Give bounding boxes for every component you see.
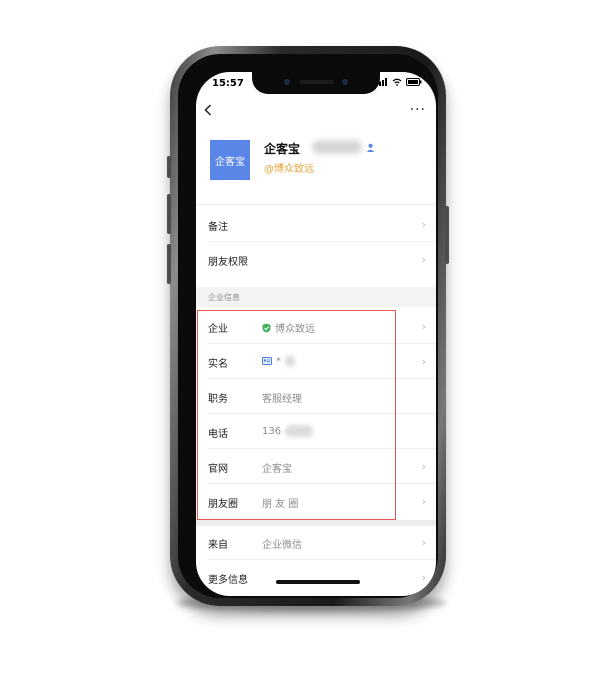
- contact-name: 企客宝: [264, 142, 301, 156]
- row-label: 来自: [208, 540, 228, 551]
- row-remark[interactable]: 备注 ›: [196, 208, 436, 242]
- chevron-right-icon: ›: [421, 536, 426, 549]
- section-header: 企业信息: [196, 287, 436, 307]
- mute-switch: [167, 156, 171, 178]
- wifi-icon: [392, 78, 402, 86]
- status-icons: [376, 78, 422, 86]
- profile-header: 企客宝 企客宝 @博众致远: [196, 130, 436, 200]
- notch: [252, 72, 380, 94]
- chevron-right-icon: ›: [421, 253, 426, 266]
- chevron-left-icon: [204, 104, 212, 116]
- contact-company: @博众致远: [264, 164, 314, 175]
- row-more-info[interactable]: 更多信息 ›: [196, 561, 436, 595]
- sensor: [342, 79, 348, 85]
- row-label: 更多信息: [208, 575, 248, 586]
- row-label: 朋友权限: [208, 257, 248, 268]
- chevron-right-icon: ›: [421, 320, 426, 333]
- user-icon: [366, 143, 375, 152]
- back-button[interactable]: [204, 104, 212, 119]
- section-title: 企业信息: [208, 293, 240, 302]
- status-time: 15:57: [212, 78, 244, 89]
- power-button: [445, 206, 449, 264]
- chevron-right-icon: ›: [421, 355, 426, 368]
- more-button[interactable]: ···: [410, 102, 426, 118]
- earpiece: [300, 80, 334, 84]
- row-divider: [208, 241, 436, 242]
- volume-down-button: [167, 244, 171, 284]
- chevron-right-icon: ›: [421, 460, 426, 473]
- phone-bezel: 15:57 ··· 企客宝 企客宝 @博众致远 备注 › 朋友权限 › 企业信息…: [178, 54, 438, 598]
- row-source[interactable]: 来自 企业微信 ›: [196, 526, 436, 560]
- chevron-right-icon: ›: [421, 571, 426, 584]
- front-camera: [284, 79, 290, 85]
- row-friend-permissions[interactable]: 朋友权限 ›: [196, 243, 436, 277]
- highlight-box: [197, 310, 396, 520]
- divider: [196, 204, 436, 205]
- volume-up-button: [167, 194, 171, 234]
- signal-icon: [376, 78, 387, 86]
- phone-screen: 15:57 ··· 企客宝 企客宝 @博众致远 备注 › 朋友权限 › 企业信息…: [196, 72, 436, 596]
- chevron-right-icon: ›: [421, 218, 426, 231]
- avatar[interactable]: 企客宝: [210, 140, 250, 180]
- redacted-name: [312, 140, 362, 154]
- chevron-right-icon: ›: [421, 495, 426, 508]
- battery-icon: [406, 78, 422, 86]
- phone-frame: 15:57 ··· 企客宝 企客宝 @博众致远 备注 › 朋友权限 › 企业信息…: [167, 46, 449, 606]
- row-label: 备注: [208, 222, 228, 233]
- row-value: 企业微信: [262, 540, 302, 551]
- row-divider: [208, 559, 436, 560]
- home-indicator[interactable]: [276, 580, 360, 584]
